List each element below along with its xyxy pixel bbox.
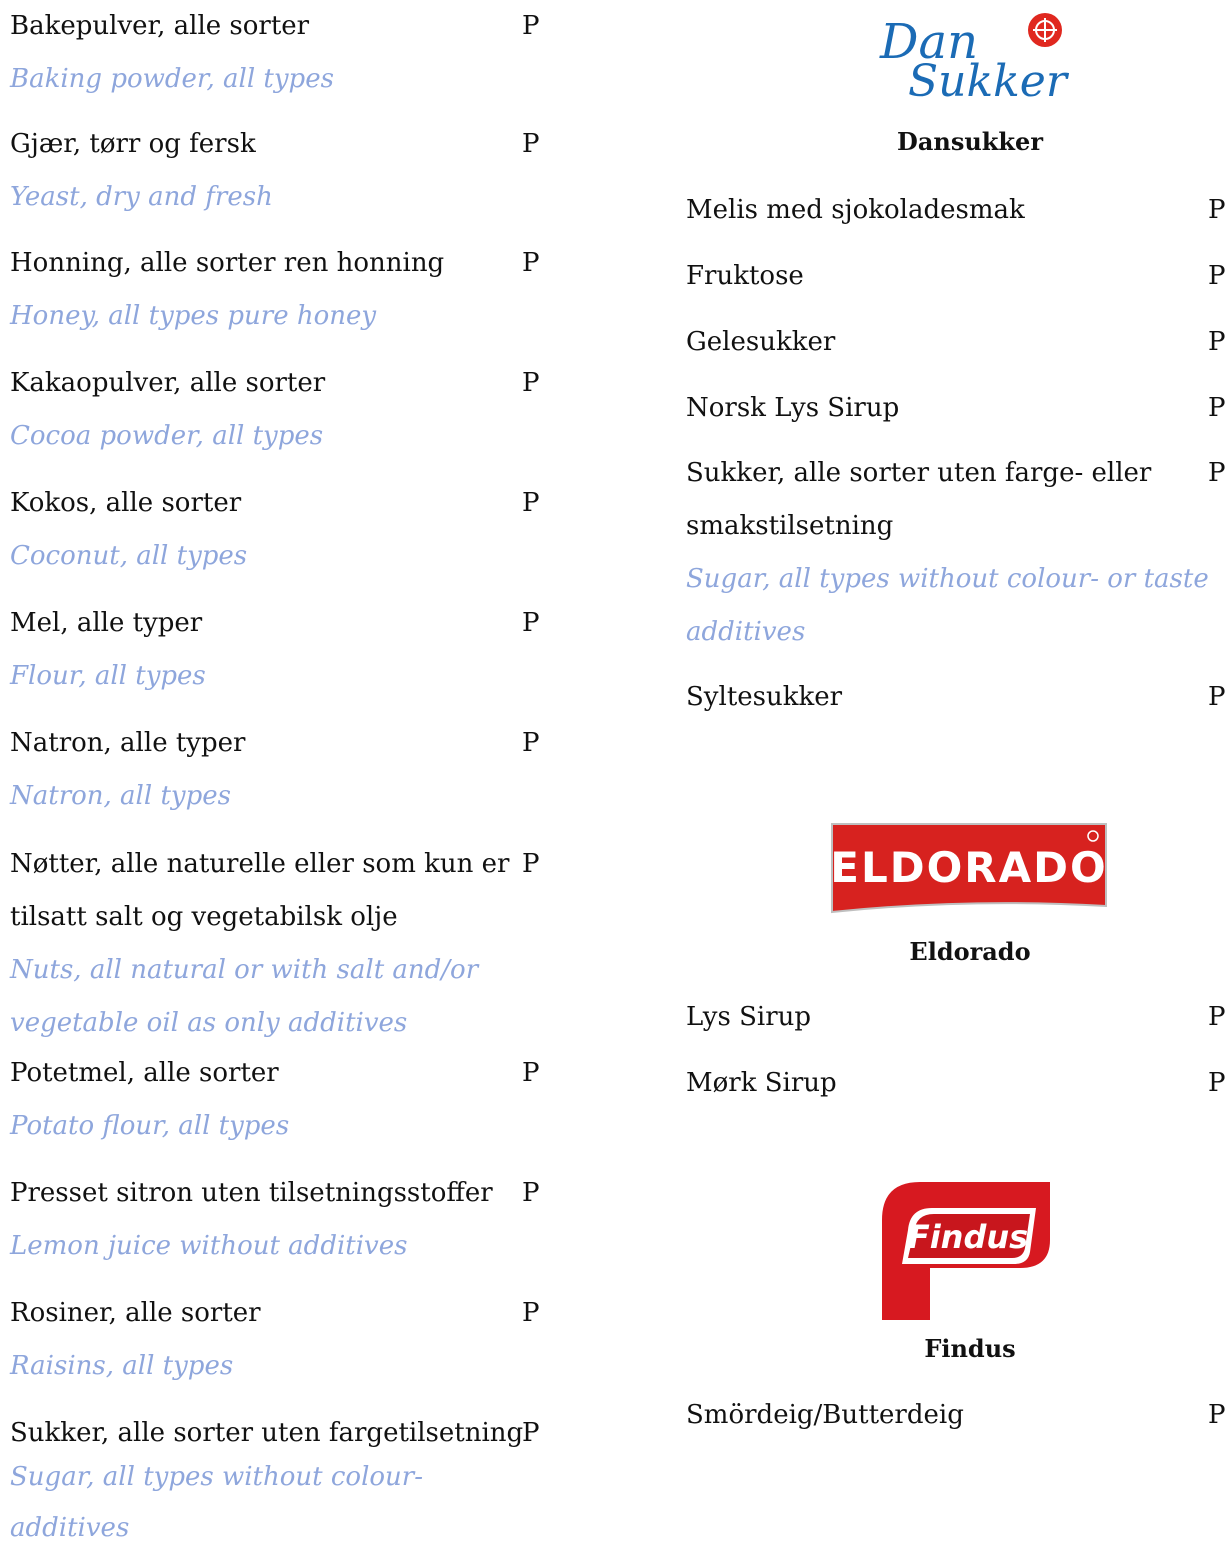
- product-mark: P: [522, 129, 540, 159]
- product-mark: P: [1208, 1400, 1226, 1430]
- product-mark: P: [522, 728, 540, 758]
- product-mark: P: [522, 11, 540, 41]
- product-mark: P: [522, 248, 540, 278]
- product-mark: P: [1208, 1002, 1226, 1032]
- brand-name-findus: Findus: [924, 1334, 1016, 1363]
- product-mark: P: [522, 1418, 540, 1448]
- product-mark: P: [522, 1058, 540, 1088]
- product-name: Lys Sirup: [686, 1002, 812, 1032]
- eldorado-logo: ELDORADO: [830, 822, 1108, 914]
- product-name: Syltesukker: [686, 682, 843, 712]
- product-name-english: Lemon juice without additives: [10, 1231, 408, 1261]
- product-name-english: Coconut, all types: [10, 541, 248, 571]
- product-mark: P: [522, 368, 540, 398]
- product-name-english-line-2: additives: [686, 617, 806, 647]
- product-name-english: Honey, all types pure honey: [10, 301, 377, 331]
- product-name-line-2: smakstilsetning: [686, 511, 894, 541]
- product-name-english-line-2: additives: [10, 1513, 130, 1543]
- findus-logo-word: Findus: [908, 1218, 1028, 1256]
- product-name: Gjær, tørr og fersk: [10, 129, 256, 159]
- product-mark: P: [522, 1298, 540, 1328]
- product-name-english: Potato flour, all types: [10, 1111, 290, 1141]
- product-name-line-1: Sukker, alle sorter uten farge- eller: [686, 458, 1152, 488]
- product-mark: P: [522, 849, 540, 879]
- product-name-english: Baking powder, all types: [10, 64, 334, 94]
- brand-name-eldorado: Eldorado: [909, 937, 1031, 966]
- product-mark: P: [1208, 458, 1226, 488]
- product-mark: P: [1208, 195, 1226, 225]
- product-name-english-line-1: Sugar, all types without colour- or tast…: [686, 564, 1209, 594]
- product-name-english: Natron, all types: [10, 781, 231, 811]
- product-mark: P: [1208, 1068, 1226, 1098]
- product-name: Smördeig/Butterdeig: [686, 1400, 964, 1430]
- product-name: Melis med sjokoladesmak: [686, 195, 1025, 225]
- product-name: Presset sitron uten tilsetningsstoffer: [10, 1178, 493, 1208]
- product-name: Norsk Lys Sirup: [686, 393, 900, 423]
- product-name-english: Flour, all types: [10, 661, 206, 691]
- product-mark: P: [522, 608, 540, 638]
- product-name: Potetmel, alle sorter: [10, 1058, 279, 1088]
- dansukker-logo-word-2: Sukker: [908, 56, 1070, 100]
- product-name: Rosiner, alle sorter: [10, 1298, 261, 1328]
- product-mark: P: [1208, 327, 1226, 357]
- product-mark: P: [1208, 682, 1226, 712]
- product-name-english: Yeast, dry and fresh: [10, 182, 273, 212]
- product-name-english-line-1: Sugar, all types without colour-: [10, 1462, 423, 1492]
- dansukker-logo: Dan Sukker: [852, 8, 1092, 100]
- product-name-english-line-2: vegetable oil as only additives: [10, 1008, 408, 1038]
- product-name: Mel, alle typer: [10, 608, 203, 638]
- product-mark: P: [1208, 261, 1226, 291]
- product-name-line-2: tilsatt salt og vegetabilsk olje: [10, 902, 398, 932]
- product-name: Natron, alle typer: [10, 728, 246, 758]
- dansukker-flower-icon: [1028, 13, 1062, 47]
- product-mark: P: [1208, 393, 1226, 423]
- product-name-line-1: Nøtter, alle naturelle eller som kun er: [10, 849, 510, 879]
- product-name: Mørk Sirup: [686, 1068, 837, 1098]
- product-mark: P: [522, 1178, 540, 1208]
- eldorado-logo-word: ELDORADO: [830, 843, 1107, 892]
- product-name: Bakepulver, alle sorter: [10, 11, 310, 41]
- product-mark: P: [522, 488, 540, 518]
- brand-name-dansukker: Dansukker: [897, 127, 1043, 156]
- product-name-english: Raisins, all types: [10, 1351, 234, 1381]
- product-name: Kokos, alle sorter: [10, 488, 242, 518]
- product-name: Kakaopulver, alle sorter: [10, 368, 326, 398]
- product-name: Honning, alle sorter ren honning: [10, 248, 445, 278]
- product-name: Fruktose: [686, 261, 804, 291]
- product-name-english-line-1: Nuts, all natural or with salt and/or: [10, 955, 479, 985]
- findus-logo: Findus: [880, 1180, 1052, 1322]
- product-name: Gelesukker: [686, 327, 836, 357]
- product-name-english: Cocoa powder, all types: [10, 421, 324, 451]
